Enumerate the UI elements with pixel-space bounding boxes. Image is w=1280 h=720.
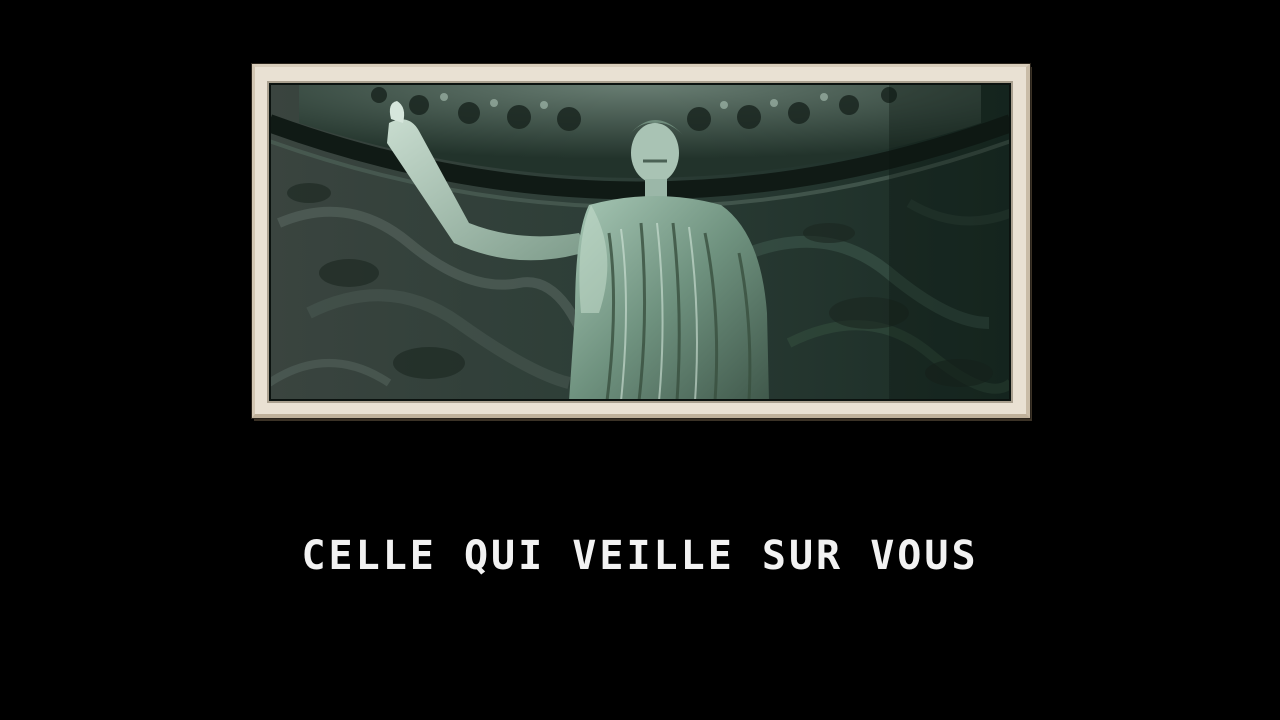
subtitle-caption: CELLE QUI VEILLE SUR VOUS bbox=[301, 533, 979, 579]
cutscene-screen: CELLE QUI VEILLE SUR VOUS bbox=[0, 0, 1280, 720]
statue-photo-icon bbox=[269, 83, 1011, 401]
photo-frame bbox=[252, 64, 1030, 418]
photo-area bbox=[269, 83, 1011, 401]
